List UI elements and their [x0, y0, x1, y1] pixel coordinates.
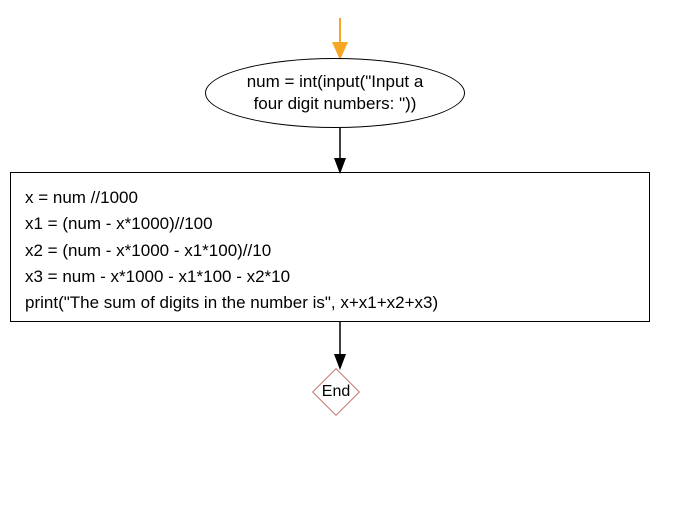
process-line: x1 = (num - x*1000)//100: [25, 211, 635, 237]
process-line: print("The sum of digits in the number i…: [25, 290, 635, 316]
end-node: End: [312, 368, 360, 416]
process-line: x2 = (num - x*1000 - x1*100)//10: [25, 238, 635, 264]
process-line: x = num //1000: [25, 185, 635, 211]
process-line: x3 = num - x*1000 - x1*100 - x2*10: [25, 264, 635, 290]
end-label: End: [322, 383, 350, 401]
process-node: x = num //1000 x1 = (num - x*1000)//100 …: [10, 172, 650, 322]
input-node-text: num = int(input("Input a four digit numb…: [231, 71, 439, 115]
input-node: num = int(input("Input a four digit numb…: [205, 58, 465, 128]
